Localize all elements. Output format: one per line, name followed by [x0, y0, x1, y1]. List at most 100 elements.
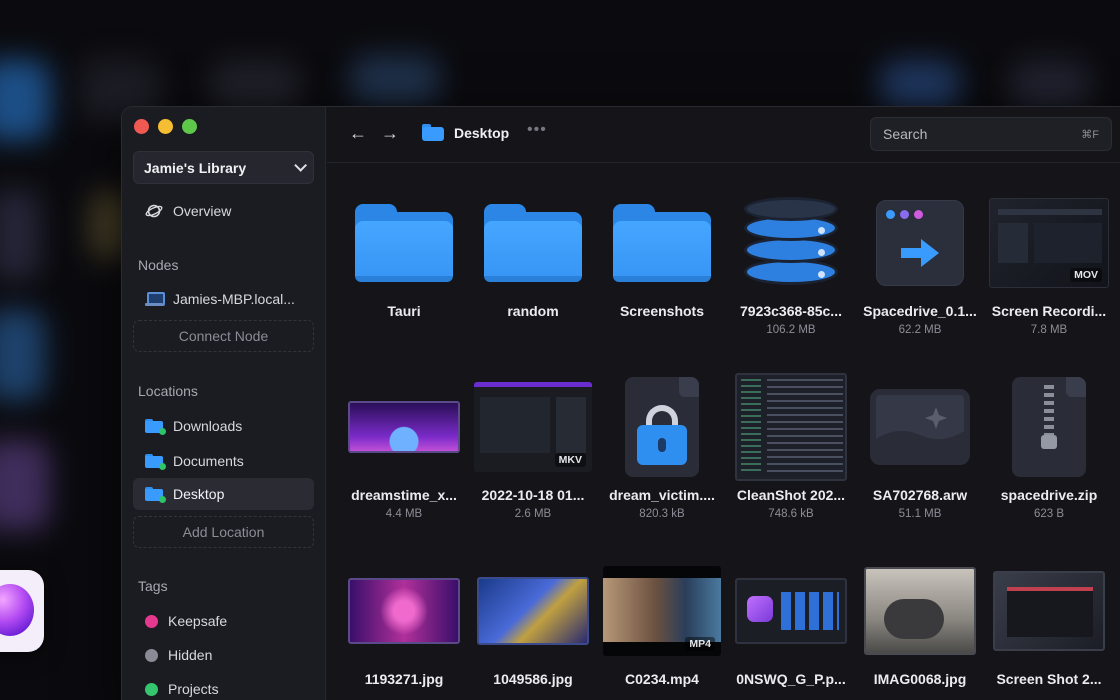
file-name: dream_victim....: [609, 487, 715, 503]
video-thumbnail: MKV: [474, 382, 592, 472]
tag-color-dot: [145, 648, 158, 662]
sidebar-tag-hidden[interactable]: Hidden: [133, 639, 314, 671]
file-size: 106.2 MB: [766, 324, 816, 336]
file-size: 4.4 MB: [385, 508, 423, 520]
file-name: Screen Shot 2...: [996, 671, 1102, 687]
sidebar-item-downloads[interactable]: Downloads: [133, 410, 314, 442]
file-name: spacedrive.zip: [1000, 487, 1098, 503]
file-name: 7923c368-85c...: [740, 303, 842, 319]
arrow-right-icon[interactable]: →: [381, 123, 399, 144]
file-name: 1049586.jpg: [493, 671, 573, 687]
sidebar-item-label: Downloads: [173, 418, 243, 434]
file-item[interactable]: random: [469, 189, 597, 324]
file-item[interactable]: MKV 2022-10-18 01... 2.6 MB: [469, 373, 597, 520]
file-name: 0NSWQ_G_P.p...: [736, 671, 846, 687]
connect-node-button[interactable]: Connect Node: [133, 320, 314, 352]
image-thumbnail: [864, 567, 976, 655]
sidebar-item-documents[interactable]: Documents: [133, 445, 314, 477]
image-thumbnail: [993, 571, 1105, 651]
file-size: 748.6 kB: [768, 508, 814, 520]
laptop-icon: [145, 292, 165, 306]
sidebar-item-label: Overview: [173, 203, 232, 219]
file-size: 51.1 MB: [898, 508, 942, 520]
file-item[interactable]: Tauri: [340, 189, 468, 324]
add-location-button[interactable]: Add Location: [133, 516, 314, 548]
nodes-section-title: Nodes: [138, 257, 179, 273]
folder-icon: [145, 419, 166, 435]
sidebar-tag-keepsafe[interactable]: Keepsafe: [133, 605, 314, 637]
arrow-left-icon[interactable]: ←: [349, 123, 367, 144]
chevron-down-icon: [294, 159, 307, 172]
minimize-button[interactable]: [158, 119, 173, 134]
window-controls: [134, 119, 197, 134]
sidebar-item-label: Documents: [173, 453, 244, 469]
file-size: 820.3 kB: [639, 508, 685, 520]
video-thumbnail: MOV: [989, 198, 1109, 288]
image-thumbnail: [735, 578, 847, 644]
sidebar-item-label: Projects: [168, 681, 219, 697]
file-item[interactable]: 7923c368-85c... 106.2 MB: [727, 189, 855, 336]
sidebar-item-label: Keepsafe: [168, 613, 228, 629]
image-thumbnail: [735, 373, 847, 481]
image-thumbnail: [348, 401, 460, 453]
folder-icon: [613, 204, 711, 282]
file-name: SA702768.arw: [872, 487, 968, 503]
image-icon: [870, 389, 970, 465]
video-thumbnail: MP4: [603, 566, 721, 656]
folder-icon: [145, 487, 166, 503]
library-name: Jamie's Library: [144, 159, 247, 176]
folder-icon: [422, 124, 444, 141]
explorer-window: Jamie's Library Overview Nodes Jamies-MB…: [121, 106, 1120, 700]
file-name: 2022-10-18 01...: [481, 487, 585, 503]
file-item[interactable]: dreamstime_x... 4.4 MB: [340, 373, 468, 520]
file-name: Screenshots: [619, 303, 705, 319]
sidebar-item-desktop[interactable]: Desktop: [133, 478, 314, 510]
file-size: 62.2 MB: [898, 324, 942, 336]
tags-section-title: Tags: [138, 578, 168, 594]
sidebar-tag-projects[interactable]: Projects: [133, 673, 314, 700]
file-grid: Tauri random Screenshots 7923c368-85c...…: [327, 163, 1120, 700]
database-icon: [744, 197, 838, 289]
file-item[interactable]: 1049586.jpg: [469, 557, 597, 687]
file-item[interactable]: 1193271.jpg: [340, 557, 468, 687]
file-item[interactable]: 0NSWQ_G_P.p...: [727, 557, 855, 687]
more-options-icon[interactable]: •••: [527, 121, 547, 139]
file-item[interactable]: dream_victim.... 820.3 kB: [598, 373, 726, 520]
search-shortcut: ⌘F: [1081, 128, 1099, 141]
library-dropdown[interactable]: Jamie's Library: [133, 151, 314, 184]
sidebar-item-label: Jamies-MBP.local...: [173, 291, 295, 307]
video-badge: MOV: [1070, 268, 1102, 282]
video-badge: MP4: [685, 637, 715, 651]
file-item[interactable]: SA702768.arw 51.1 MB: [856, 373, 984, 520]
zip-icon: [1012, 377, 1086, 477]
file-size: 623 B: [1033, 508, 1065, 520]
file-item[interactable]: MP4 C0234.mp4: [598, 557, 726, 687]
file-item[interactable]: CleanShot 202... 748.6 kB: [727, 373, 855, 520]
folder-icon: [355, 204, 453, 282]
search-input[interactable]: Search ⌘F: [870, 117, 1112, 151]
application-icon: [876, 200, 964, 286]
file-item[interactable]: spacedrive.zip 623 B: [985, 373, 1113, 520]
locations-section-title: Locations: [138, 383, 198, 399]
file-item[interactable]: Screenshots: [598, 189, 726, 324]
sidebar-item-node[interactable]: Jamies-MBP.local...: [133, 283, 314, 315]
sidebar: Jamie's Library Overview Nodes Jamies-MB…: [122, 107, 326, 700]
close-button[interactable]: [134, 119, 149, 134]
breadcrumb-label: Desktop: [454, 124, 510, 141]
file-item[interactable]: Screen Shot 2...: [985, 557, 1113, 687]
image-thumbnail: [477, 577, 589, 645]
file-item[interactable]: Spacedrive_0.1... 62.2 MB: [856, 189, 984, 336]
file-item[interactable]: MOV Screen Recordi... 7.8 MB: [985, 189, 1113, 336]
file-name: CleanShot 202...: [736, 487, 846, 503]
sidebar-item-overview[interactable]: Overview: [133, 195, 314, 227]
lock-icon: [625, 377, 699, 477]
folder-icon: [484, 204, 582, 282]
breadcrumb[interactable]: Desktop: [422, 124, 509, 141]
sidebar-item-label: Hidden: [168, 647, 213, 663]
video-badge: MKV: [554, 453, 586, 467]
file-name: Tauri: [387, 303, 421, 319]
planet-icon: [145, 204, 163, 218]
zoom-button[interactable]: [182, 119, 197, 134]
spacedrive-app-icon[interactable]: [0, 570, 44, 652]
file-item[interactable]: IMAG0068.jpg: [856, 557, 984, 687]
